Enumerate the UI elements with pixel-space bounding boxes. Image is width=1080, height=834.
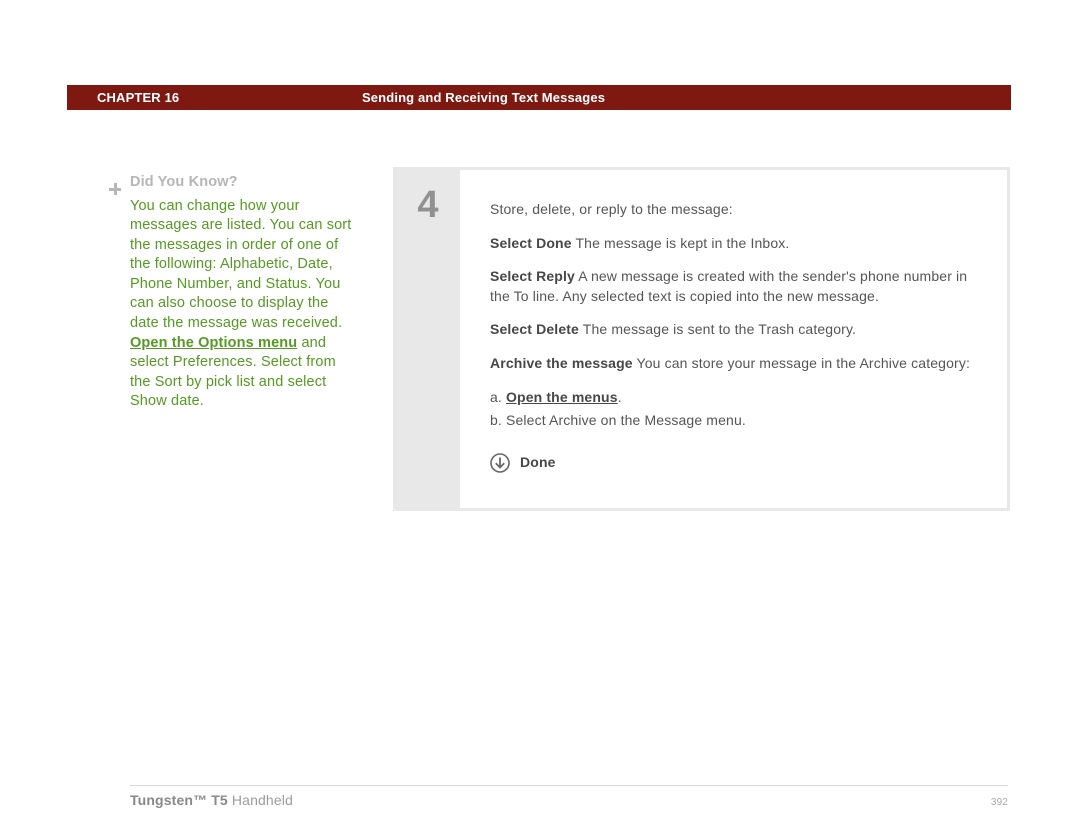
option-archive: Archive the message You can store your m… [490,354,977,374]
step-box: 4 Store, delete, or reply to the message… [393,167,1010,511]
option-done-label: Select Done [490,235,572,251]
sidebar-tip: Did You Know? You can change how your me… [130,173,360,412]
sidebar-body: You can change how your messages are lis… [130,197,360,412]
option-delete-text: The message is sent to the Trash categor… [579,321,856,337]
option-reply-label: Select Reply [490,268,575,284]
substep-a: a. Open the menus. [490,388,977,408]
step-number: 4 [396,170,460,508]
product-name-rest: Handheld [228,792,293,808]
option-delete: Select Delete The message is sent to the… [490,320,977,340]
sidebar-text-before: You can change how your messages are lis… [130,198,351,331]
option-done: Select Done The message is kept in the I… [490,234,977,254]
substep-b: b. Select Archive on the Message menu. [490,411,977,431]
option-archive-label: Archive the message [490,355,633,371]
option-done-text: The message is kept in the Inbox. [572,235,790,251]
done-label: Done [520,453,556,473]
page-footer: Tungsten™ T5 Handheld 392 [130,785,1008,808]
step-content: Store, delete, or reply to the message: … [460,170,1007,508]
product-name-bold: Tungsten™ T5 [130,792,228,808]
chapter-title: Sending and Receiving Text Messages [362,90,1011,105]
chapter-header: CHAPTER 16 Sending and Receiving Text Me… [67,85,1011,110]
archive-substeps: a. Open the menus. b. Select Archive on … [490,388,977,431]
options-menu-link[interactable]: Open the Options menu [130,335,297,351]
option-reply: Select Reply A new message is created wi… [490,267,977,306]
substep-a-prefix: a. [490,389,506,405]
substep-a-suffix: . [618,389,622,405]
product-name: Tungsten™ T5 Handheld [130,792,293,808]
sidebar-heading-text: Did You Know? [130,173,238,193]
sidebar-heading: Did You Know? [109,173,360,193]
option-archive-text: You can store your message in the Archiv… [633,355,970,371]
open-menus-link[interactable]: Open the menus [506,389,618,405]
done-arrow-icon [490,453,510,473]
option-delete-label: Select Delete [490,321,579,337]
done-row: Done [490,453,977,473]
page-number: 392 [991,797,1008,808]
chapter-label: CHAPTER 16 [67,90,362,105]
step-intro: Store, delete, or reply to the message: [490,200,977,220]
